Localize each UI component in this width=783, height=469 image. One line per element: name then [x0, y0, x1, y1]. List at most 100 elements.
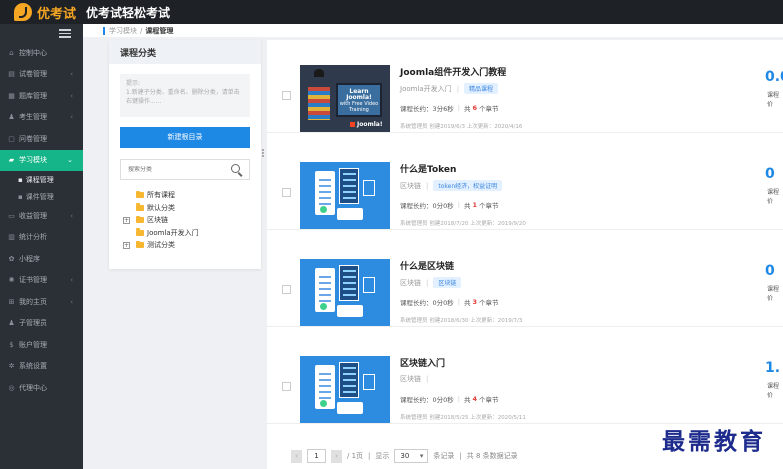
course-price-label: 课程价: [767, 189, 780, 205]
course-thumbnail[interactable]: [300, 259, 390, 326]
course-title[interactable]: Joomla组件开发入门教程: [400, 65, 506, 78]
duration-label: 课程长约：: [400, 299, 433, 307]
page-size-select[interactable]: 30: [394, 449, 429, 463]
expand-icon[interactable]: +: [123, 216, 130, 224]
course-tag: 精品课程: [464, 83, 499, 94]
course-title[interactable]: 什么是区块链: [400, 259, 454, 272]
sidebar-item[interactable]: ▪ 课件管理: [0, 188, 83, 205]
category-tree-node[interactable]: + 测试分类: [109, 239, 261, 252]
income-icon: ▭: [8, 211, 15, 220]
chevron-icon: ‹: [70, 276, 73, 285]
settings-icon: ✲: [8, 362, 15, 371]
meta-separator: |: [426, 278, 429, 287]
breadcrumb-parent[interactable]: 学习模块: [109, 26, 137, 36]
sidebar-item-label: 学习模块: [19, 156, 47, 165]
sidebar-item[interactable]: $ 账户管理: [0, 334, 83, 356]
duration-separator: |: [457, 395, 460, 403]
course-checkbox[interactable]: [282, 188, 291, 197]
category-tree-node[interactable]: + 区块链: [109, 214, 261, 227]
sidebar-item[interactable]: ✿ 小程序: [0, 248, 83, 270]
sidebar-item[interactable]: ◎ 代理中心: [0, 377, 83, 399]
category-tree-node[interactable]: Joomla开发入门: [109, 227, 261, 240]
course-footer: 系统管理员 创建2019/6/3 上次更新：2020/4/16: [400, 124, 523, 130]
category-tree-node[interactable]: 默认分类: [109, 202, 261, 215]
duration-label: 课程长约：: [400, 396, 433, 404]
check-dot-graphic: [320, 400, 327, 407]
sidebar-item[interactable]: ⊞ 我的主页 ‹: [0, 291, 83, 313]
sidebar-item-label: 考生管理: [19, 113, 47, 122]
course-title[interactable]: 什么是Token: [400, 162, 456, 175]
pipe-separator: |: [368, 452, 371, 460]
prev-page-button[interactable]: ‹: [291, 449, 302, 463]
duration-separator: |: [457, 201, 460, 209]
expand-icon[interactable]: +: [123, 241, 130, 249]
homepage-icon: ⊞: [8, 297, 15, 306]
sidebar-item[interactable]: ▭ 收益管理 ‹: [0, 205, 83, 227]
course-category: 区块链: [400, 278, 421, 287]
category-tree: 所有课程默认分类 + 区块链 Joomla开发入门 + 测试分类: [109, 189, 261, 252]
course-checkbox[interactable]: [282, 382, 291, 391]
duration-value: 0分0秒: [432, 299, 454, 307]
sidebar-item[interactable]: ▰ 学习模块 ⌄: [0, 149, 83, 171]
course-card[interactable]: 什么是区块链 区块链 | 区块链 课程长约： 0分0秒 | 共 3 个章节 系统管理员 创建2018…: [267, 234, 783, 327]
course-meta: 区块链 |: [400, 374, 433, 384]
category-search-input[interactable]: [128, 166, 230, 173]
sidebar-item[interactable]: ♟ 子管理员: [0, 313, 83, 335]
graduation-cap-icon: ▰: [8, 156, 15, 165]
sidebar-item[interactable]: ♟ 考生管理 ‹: [0, 107, 83, 129]
breadcrumb-current: 课程管理: [145, 26, 174, 35]
search-icon[interactable]: [230, 163, 244, 177]
sidebar-item[interactable]: ✺ 证书管理 ‹: [0, 270, 83, 292]
server-graphic: [339, 168, 359, 204]
chart-icon: ▥: [8, 233, 15, 242]
sidebar-nav: ⌂ 控制中心 ▤ 试卷管理 ‹ ▦ 题库管理 ‹ ♟ 考生管理 ‹ ▢ 问卷管理 ▰ 学习模块 ⌄ ▪ 课程管理 ▪…: [0, 42, 83, 399]
course-checkbox[interactable]: [282, 285, 291, 294]
course-thumbnail[interactable]: Learn Joomla! with Free Video Training Joo…: [300, 65, 390, 132]
chevron-icon: ‹: [70, 91, 73, 100]
survey-icon: ▢: [8, 134, 15, 143]
panel-resize-handle[interactable]: [262, 149, 265, 161]
course-card[interactable]: 什么是Token 区块链 | token经济，权益证明 课程长约： 0分0秒 | 共 1 个章节系…: [267, 137, 783, 230]
next-page-button[interactable]: ›: [331, 449, 342, 463]
course-footer: 系统管理员 创建2018/6/30 上次更新：2019/7/3: [400, 318, 523, 324]
course-card[interactable]: 区块链入门 区块链 | 课程长约： 0分0秒 | 共 4 个章节 系统管理员 创建2018/5/2…: [267, 331, 783, 424]
sidebar-item[interactable]: ✲ 系统设置: [0, 356, 83, 378]
course-card[interactable]: Learn Joomla! with Free Video Training Joo…: [267, 40, 783, 133]
sidebar-item-label: 小程序: [19, 254, 40, 263]
duration-value: 0分0秒: [432, 396, 454, 404]
sidebar-item-label: 课程管理: [25, 175, 54, 184]
course-price-label: 课程价: [767, 92, 780, 108]
category-tree-node[interactable]: 所有课程: [109, 189, 261, 202]
sidebar-item[interactable]: ▦ 题库管理 ‹: [0, 85, 83, 107]
page-number-input[interactable]: 1: [307, 449, 326, 463]
logo-text: 优考试: [37, 6, 77, 22]
sidebar: ⌂ 控制中心 ▤ 试卷管理 ‹ ▦ 题库管理 ‹ ♟ 考生管理 ‹ ▢ 问卷管理 ▰ 学习模块 ⌄ ▪ 课程管理 ▪…: [0, 24, 83, 469]
user-icon: ♟: [8, 113, 15, 122]
top-bar: 优考试 优考试轻松考试: [0, 0, 783, 24]
sidebar-item[interactable]: ▥ 统计分析: [0, 227, 83, 249]
folder-icon: [136, 240, 144, 249]
sidebar-item[interactable]: ⌂ 控制中心: [0, 42, 83, 64]
server-graphic: [339, 265, 359, 301]
sidebar-item[interactable]: ▤ 试卷管理 ‹: [0, 64, 83, 86]
course-meta: 区块链 | token经济，权益证明: [400, 180, 503, 191]
sidebar-item[interactable]: ▪ 课程管理: [0, 171, 83, 188]
category-label: Joomla开发入门: [147, 228, 199, 237]
sidebar-toggle[interactable]: [0, 24, 83, 42]
course-title[interactable]: 区块链入门: [400, 356, 445, 369]
category-label: 所有课程: [147, 191, 175, 200]
course-thumbnail[interactable]: [300, 162, 390, 229]
keyboard-graphic: [337, 402, 363, 414]
course-thumbnail[interactable]: [300, 356, 390, 423]
thumbnail-caption: Learn Joomla! with Free Video Training: [339, 88, 379, 114]
mini-program-icon: ✿: [8, 254, 15, 263]
duration-label: 课程长约：: [400, 105, 433, 113]
paper-icon: ▤: [8, 70, 15, 79]
folder-icon: [136, 190, 144, 199]
course-checkbox[interactable]: [282, 91, 291, 100]
new-root-category-button[interactable]: 新建根目录: [120, 127, 250, 148]
course-price-label: 课程价: [767, 383, 780, 399]
breadcrumb-marker: [103, 26, 105, 35]
sidebar-item[interactable]: ▢ 问卷管理: [0, 128, 83, 150]
meta-separator: |: [456, 84, 460, 93]
